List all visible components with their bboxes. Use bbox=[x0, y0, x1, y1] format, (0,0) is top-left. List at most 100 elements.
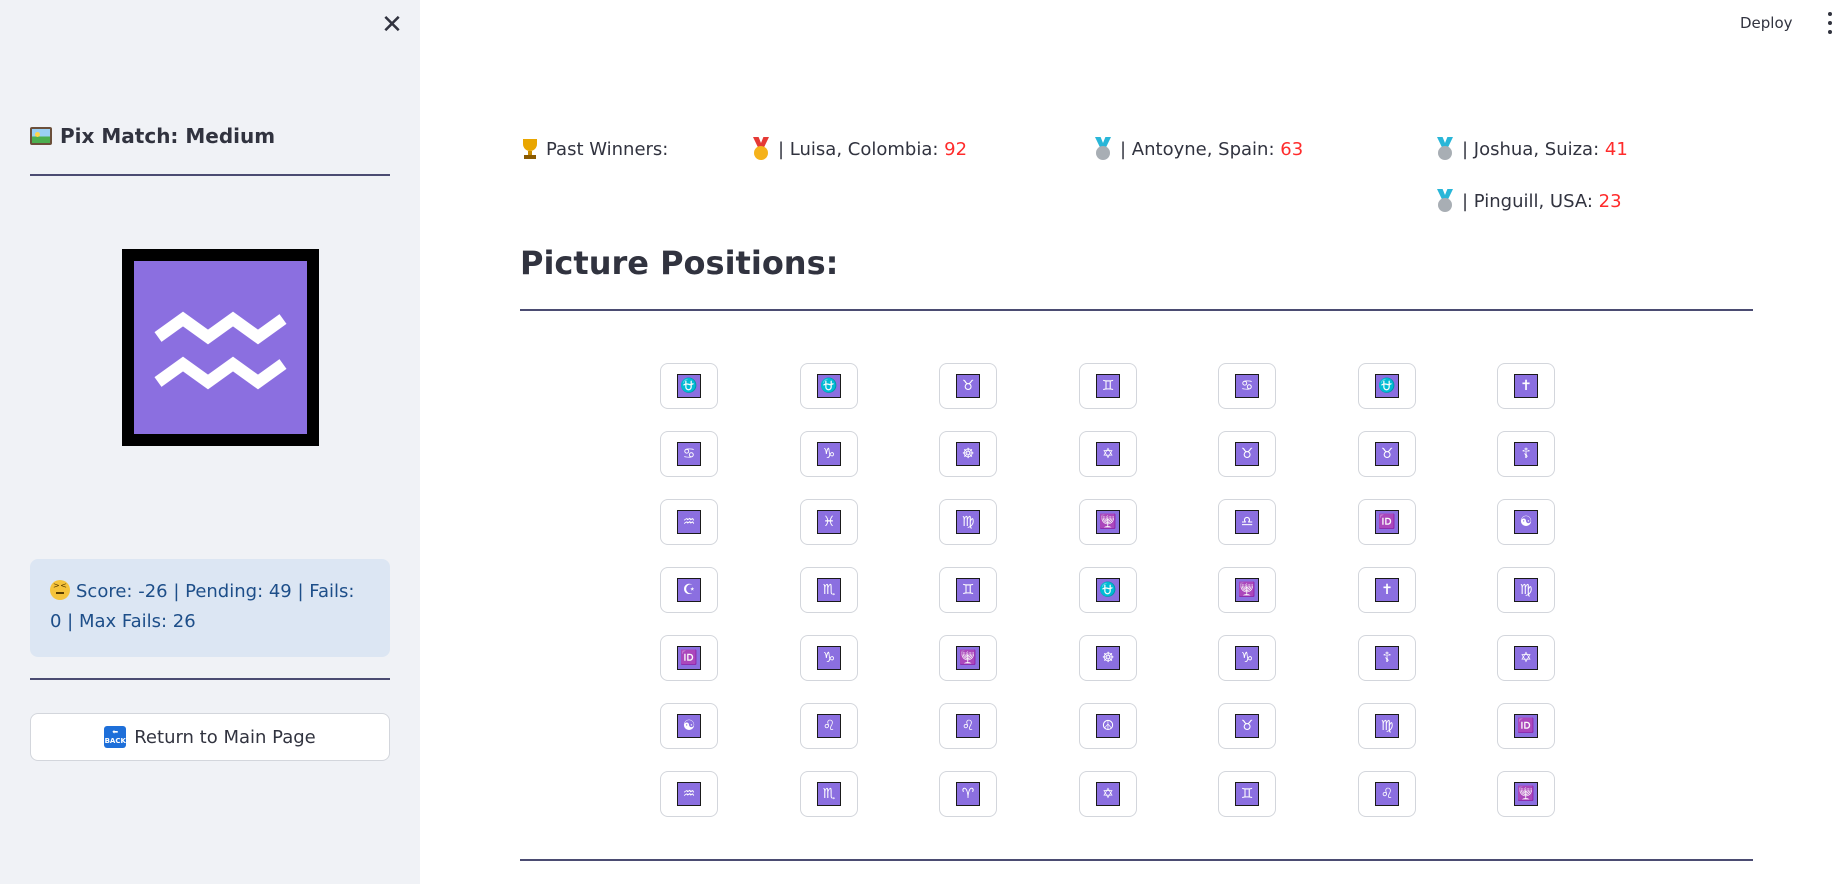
symbol-icon: ✝ bbox=[1514, 374, 1538, 398]
picture-cell[interactable]: ☸ bbox=[1079, 635, 1137, 681]
picture-cell[interactable]: 🕎 bbox=[939, 635, 997, 681]
symbol-icon: ♍ bbox=[1514, 578, 1538, 602]
aquarius-icon bbox=[134, 261, 307, 434]
picture-cell[interactable]: ♊ bbox=[939, 567, 997, 613]
return-main-page-button[interactable]: ⬅ BACK Return to Main Page bbox=[30, 713, 390, 761]
picture-cell[interactable]: ♌ bbox=[939, 703, 997, 749]
symbol-icon: ☸ bbox=[1096, 646, 1120, 670]
symbol-icon: ♒ bbox=[677, 782, 701, 806]
picture-cell[interactable]: ♒ bbox=[660, 771, 718, 817]
symbol-icon: ♋ bbox=[1235, 374, 1259, 398]
winner-score: 63 bbox=[1280, 138, 1304, 160]
back-arrow-icon: ⬅ BACK bbox=[104, 726, 127, 748]
winner-entry: | Luisa, Colombia: 92 bbox=[750, 134, 967, 164]
deploy-button[interactable]: Deploy bbox=[1740, 10, 1793, 36]
picture-cell[interactable]: ♉ bbox=[1218, 431, 1276, 477]
symbol-icon: ♏ bbox=[817, 782, 841, 806]
picture-cell[interactable]: 🕎 bbox=[1497, 771, 1555, 817]
symbol-icon: ♊ bbox=[1096, 374, 1120, 398]
picture-cell[interactable]: ♍ bbox=[1358, 703, 1416, 749]
picture-cell[interactable]: ♏ bbox=[800, 771, 858, 817]
picture-cell[interactable]: 🕎 bbox=[1218, 567, 1276, 613]
picture-cell[interactable]: ♊ bbox=[1218, 771, 1276, 817]
framed-picture-icon bbox=[30, 127, 52, 145]
silver-medal-icon bbox=[1092, 137, 1114, 161]
symbol-icon: 🕎 bbox=[1514, 782, 1538, 806]
picture-cell[interactable]: 🆔 bbox=[1497, 703, 1555, 749]
picture-cell[interactable]: ✡ bbox=[1079, 431, 1137, 477]
picture-cell[interactable]: ☦ bbox=[1358, 635, 1416, 681]
picture-cell[interactable]: ♏ bbox=[800, 567, 858, 613]
symbol-icon: ✡ bbox=[1514, 646, 1538, 670]
sidebar: ✕ Pix Match: Medium Score: -26 | Pending… bbox=[0, 0, 420, 884]
winner-score: 23 bbox=[1598, 190, 1622, 212]
symbol-icon: 🕎 bbox=[1235, 578, 1259, 602]
picture-cell[interactable]: ♉ bbox=[939, 363, 997, 409]
picture-cell[interactable]: ♑ bbox=[1218, 635, 1276, 681]
picture-cell[interactable]: ♊ bbox=[1079, 363, 1137, 409]
sidebar-divider-bottom bbox=[30, 678, 390, 680]
main-divider-bottom bbox=[520, 859, 1753, 861]
picture-cell[interactable]: ✡ bbox=[1079, 771, 1137, 817]
symbol-icon: ♓ bbox=[817, 510, 841, 534]
winner-score: 41 bbox=[1604, 138, 1628, 160]
picture-cell[interactable]: ♍ bbox=[939, 499, 997, 545]
picture-cell[interactable]: ☪ bbox=[660, 567, 718, 613]
symbol-icon: ♉ bbox=[1235, 442, 1259, 466]
winner-name: | Antoyne, Spain: bbox=[1120, 138, 1275, 160]
picture-cell[interactable]: ⛎ bbox=[1358, 363, 1416, 409]
picture-cell[interactable]: ☮ bbox=[1079, 703, 1137, 749]
picture-cell[interactable]: 🆔 bbox=[1358, 499, 1416, 545]
picture-cell[interactable]: ✡ bbox=[1497, 635, 1555, 681]
kebab-menu-icon[interactable] bbox=[1820, 12, 1840, 34]
picture-cell[interactable]: ♋ bbox=[660, 431, 718, 477]
picture-cell[interactable]: ☦ bbox=[1497, 431, 1555, 477]
symbol-icon: ♑ bbox=[1235, 646, 1259, 670]
winner-entry: | Pinguill, USA: 23 bbox=[1434, 186, 1622, 216]
symbol-icon: ♉ bbox=[1235, 714, 1259, 738]
picture-cell[interactable]: ✝ bbox=[1497, 363, 1555, 409]
picture-cell[interactable]: ♍ bbox=[1497, 567, 1555, 613]
picture-cell[interactable]: ☯ bbox=[660, 703, 718, 749]
symbol-icon: ♉ bbox=[1375, 442, 1399, 466]
picture-cell[interactable]: ♌ bbox=[800, 703, 858, 749]
picture-cell[interactable]: ☯ bbox=[1497, 499, 1555, 545]
return-button-label: Return to Main Page bbox=[134, 726, 316, 748]
picture-cell[interactable]: ♋ bbox=[1218, 363, 1276, 409]
close-sidebar-icon[interactable]: ✕ bbox=[380, 10, 404, 40]
symbol-icon: 🆔 bbox=[1514, 714, 1538, 738]
picture-cell[interactable]: ⛎ bbox=[800, 363, 858, 409]
past-winners-label: Past Winners: bbox=[520, 134, 668, 164]
picture-cell[interactable]: 🕎 bbox=[1079, 499, 1137, 545]
symbol-icon: ⛎ bbox=[817, 374, 841, 398]
symbol-icon: ✝ bbox=[1375, 578, 1399, 602]
picture-cell[interactable]: 🆔 bbox=[660, 635, 718, 681]
symbol-icon: ♊ bbox=[956, 578, 980, 602]
score-status-box: Score: -26 | Pending: 49 | Fails: 0 | Ma… bbox=[30, 559, 390, 657]
winner-name: | Joshua, Suiza: bbox=[1462, 138, 1600, 160]
picture-cell[interactable]: ♎ bbox=[1218, 499, 1276, 545]
winner-score: 92 bbox=[944, 138, 968, 160]
score-status-text: Score: -26 | Pending: 49 | Fails: 0 | Ma… bbox=[50, 581, 355, 632]
symbol-icon: ☮ bbox=[1096, 714, 1120, 738]
symbol-icon: ♋ bbox=[677, 442, 701, 466]
picture-cell[interactable]: ♌ bbox=[1358, 771, 1416, 817]
sidebar-title: Pix Match: Medium bbox=[30, 124, 275, 148]
picture-cell[interactable]: ⛎ bbox=[660, 363, 718, 409]
picture-cell[interactable]: ♈ bbox=[939, 771, 997, 817]
symbol-icon: ♏ bbox=[817, 578, 841, 602]
target-picture bbox=[122, 249, 319, 446]
picture-cell[interactable]: ✝ bbox=[1358, 567, 1416, 613]
silver-medal-icon bbox=[1434, 137, 1456, 161]
symbol-icon: ☦ bbox=[1514, 442, 1538, 466]
picture-cell[interactable]: ♑ bbox=[800, 431, 858, 477]
picture-cell[interactable]: ♉ bbox=[1358, 431, 1416, 477]
picture-cell[interactable]: ♒ bbox=[660, 499, 718, 545]
picture-cell[interactable]: ♓ bbox=[800, 499, 858, 545]
picture-cell[interactable]: ♉ bbox=[1218, 703, 1276, 749]
symbol-icon: ☯ bbox=[677, 714, 701, 738]
picture-cell[interactable]: ♑ bbox=[800, 635, 858, 681]
picture-cell[interactable]: ☸ bbox=[939, 431, 997, 477]
picture-cell[interactable]: ⛎ bbox=[1079, 567, 1137, 613]
symbol-icon: ♑ bbox=[817, 646, 841, 670]
